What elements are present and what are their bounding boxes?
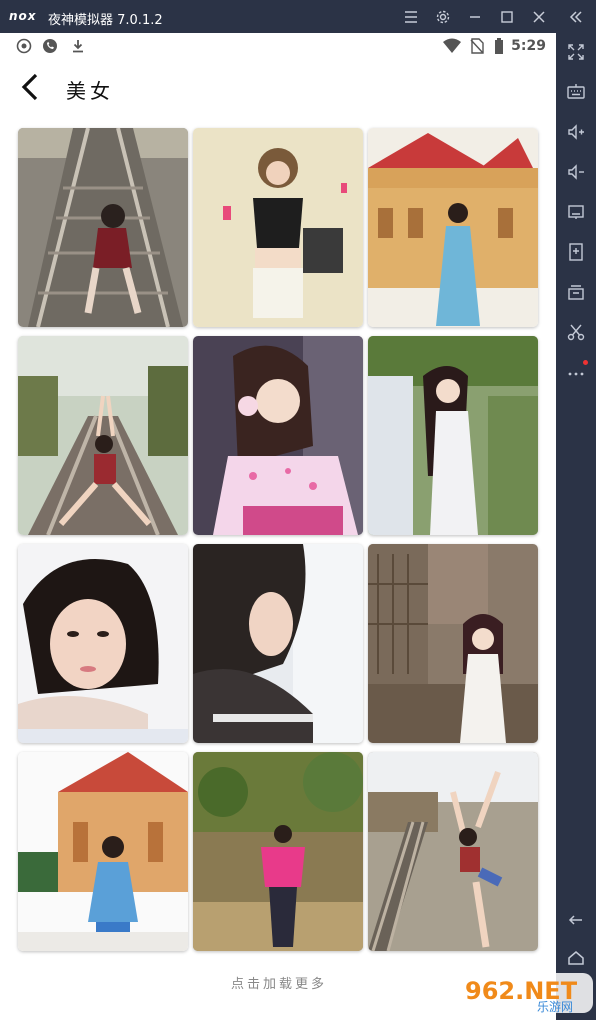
photo-portrait-closeup[interactable] — [18, 544, 188, 743]
wifi-icon — [443, 38, 461, 53]
volume-up-icon[interactable] — [556, 115, 596, 149]
volume-down-icon[interactable] — [556, 155, 596, 189]
fullscreen-icon[interactable] — [556, 35, 596, 69]
app-title: 夜神模拟器 7.0.1.2 — [48, 13, 163, 28]
scissors-icon[interactable] — [556, 315, 596, 349]
emulator-title-bar: nox 夜神模拟器 7.0.1.2 — [0, 0, 596, 33]
watermark-logo: 962.NET 乐游网 — [457, 973, 593, 1014]
photo-railway-pose[interactable] — [18, 336, 188, 535]
notification-dot — [583, 360, 588, 365]
emulator-sidebar — [556, 33, 596, 1020]
photo-railway-stretch[interactable] — [368, 752, 538, 951]
photo-indoor-phone[interactable] — [193, 128, 363, 327]
nox-logo: nox — [9, 9, 37, 23]
menu-icon[interactable] — [396, 0, 426, 33]
gear-icon[interactable] — [428, 0, 458, 33]
photo-kimono[interactable] — [193, 336, 363, 535]
photo-grid — [18, 128, 540, 951]
game-icon — [16, 38, 32, 54]
watermark-subtext: 乐游网 — [537, 1000, 573, 1014]
photo-railway-sitting[interactable] — [18, 128, 188, 327]
photo-white-dress-garden[interactable] — [368, 336, 538, 535]
close-icon[interactable] — [524, 0, 554, 33]
maximize-icon[interactable] — [492, 0, 522, 33]
clock: 5:29 — [511, 38, 546, 54]
status-bar: 5:29 — [2, 33, 556, 59]
chevron-left-icon[interactable] — [12, 69, 48, 105]
apk-install-icon[interactable] — [556, 235, 596, 269]
no-sim-icon — [470, 38, 484, 54]
android-screen: 5:29 美女 点击加载更多 — [2, 33, 556, 1018]
keyboard-icon[interactable] — [556, 75, 596, 109]
photo-pink-jacket[interactable] — [193, 752, 363, 951]
minimize-icon[interactable] — [460, 0, 490, 33]
download-icon — [73, 40, 83, 53]
photo-brick-wall[interactable] — [368, 544, 538, 743]
screen-icon[interactable] — [556, 195, 596, 229]
battery-icon — [495, 38, 503, 54]
collapse-icon[interactable] — [561, 0, 591, 33]
multi-instance-icon[interactable] — [556, 275, 596, 309]
photo-temple-blue-dress[interactable] — [368, 128, 538, 327]
photo-profile-bw[interactable] — [193, 544, 363, 743]
photo-temple-praying[interactable] — [18, 752, 188, 951]
page-header: 美女 — [2, 63, 556, 113]
more-icon[interactable] — [556, 355, 596, 389]
page-title: 美女 — [66, 79, 114, 103]
back-icon[interactable] — [556, 901, 596, 935]
phone-icon — [43, 39, 57, 53]
